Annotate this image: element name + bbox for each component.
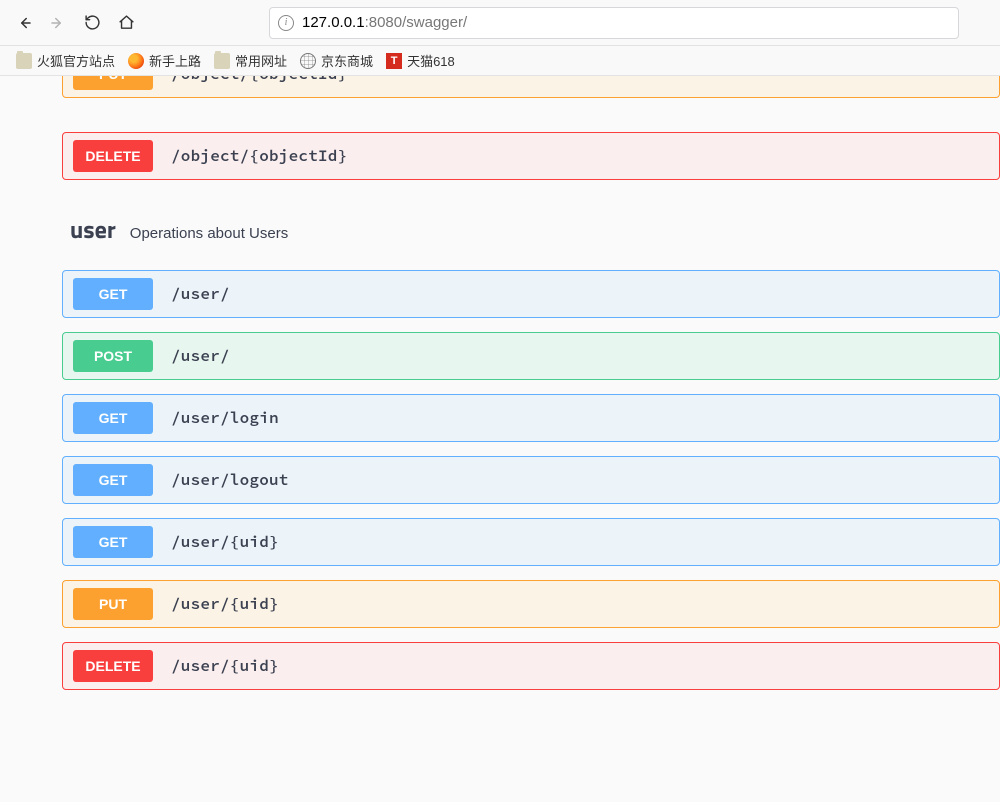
method-badge-post: POST bbox=[73, 340, 153, 372]
url-text: 127.0.0.1:8080/swagger/ bbox=[302, 14, 467, 31]
arrow-left-icon bbox=[15, 14, 33, 32]
bookmark-label: 常用网址 bbox=[235, 51, 287, 70]
op-path: /user/{uid} bbox=[171, 594, 279, 614]
page-content: PUT /object/{objectId} DELETE /object/{o… bbox=[0, 76, 1000, 802]
method-badge-get: GET bbox=[73, 278, 153, 310]
url-bar[interactable]: i 127.0.0.1:8080/swagger/ bbox=[269, 7, 959, 39]
bookmark-getting-started[interactable]: 新手上路 bbox=[124, 49, 205, 72]
method-badge-get: GET bbox=[73, 464, 153, 496]
opblock-get-user-list[interactable]: GET /user/ bbox=[62, 270, 1000, 318]
op-path: /user/{uid} bbox=[171, 532, 279, 552]
bookmark-label: 火狐官方站点 bbox=[37, 51, 115, 70]
tag-description: Operations about Users bbox=[130, 225, 288, 242]
op-path: /user/ bbox=[171, 346, 230, 366]
opblock-delete-object[interactable]: DELETE /object/{objectId} bbox=[62, 132, 1000, 180]
folder-icon bbox=[16, 53, 32, 69]
opblock-get-user-uid[interactable]: GET /user/{uid} bbox=[62, 518, 1000, 566]
bookmark-firefox-official[interactable]: 火狐官方站点 bbox=[12, 49, 119, 72]
op-path: /object/{objectId} bbox=[171, 146, 347, 166]
globe-icon bbox=[300, 53, 316, 69]
bookmark-tmall[interactable]: T 天猫618 bbox=[382, 49, 459, 72]
bookmark-label: 天猫618 bbox=[407, 51, 455, 70]
bookmarks-bar: 火狐官方站点 新手上路 常用网址 京东商城 T 天猫618 bbox=[0, 46, 1000, 76]
method-badge-get: GET bbox=[73, 526, 153, 558]
opblock-get-user-login[interactable]: GET /user/login bbox=[62, 394, 1000, 442]
op-path: /user/ bbox=[171, 284, 230, 304]
tag-name: user bbox=[70, 212, 116, 248]
reload-button[interactable] bbox=[76, 7, 108, 39]
folder-icon bbox=[214, 53, 230, 69]
bookmark-label: 京东商城 bbox=[321, 51, 373, 70]
bookmark-jd[interactable]: 京东商城 bbox=[296, 49, 377, 72]
method-badge-delete: DELETE bbox=[73, 140, 153, 172]
url-host: 127.0.0.1 bbox=[302, 14, 365, 31]
method-badge-delete: DELETE bbox=[73, 650, 153, 682]
bookmark-label: 新手上路 bbox=[149, 51, 201, 70]
opblock-delete-user-uid[interactable]: DELETE /user/{uid} bbox=[62, 642, 1000, 690]
back-button[interactable] bbox=[8, 7, 40, 39]
bookmark-common-sites[interactable]: 常用网址 bbox=[210, 49, 291, 72]
opblock-get-user-logout[interactable]: GET /user/logout bbox=[62, 456, 1000, 504]
browser-toolbar: i 127.0.0.1:8080/swagger/ bbox=[0, 0, 1000, 46]
home-button[interactable] bbox=[110, 7, 142, 39]
url-path: /swagger/ bbox=[402, 14, 467, 31]
op-path: /user/logout bbox=[171, 470, 289, 490]
opblock-post-user[interactable]: POST /user/ bbox=[62, 332, 1000, 380]
tmall-icon: T bbox=[386, 53, 402, 69]
op-path: /user/login bbox=[171, 408, 279, 428]
url-port: :8080 bbox=[365, 14, 403, 31]
home-icon bbox=[118, 14, 135, 31]
method-badge-put: PUT bbox=[73, 76, 153, 90]
info-icon[interactable]: i bbox=[278, 15, 294, 31]
arrow-right-icon bbox=[49, 14, 67, 32]
method-badge-put: PUT bbox=[73, 588, 153, 620]
firefox-icon bbox=[128, 53, 144, 69]
op-path: /user/{uid} bbox=[171, 656, 279, 676]
op-path: /object/{objectId} bbox=[171, 76, 347, 84]
reload-icon bbox=[84, 14, 101, 31]
method-badge-get: GET bbox=[73, 402, 153, 434]
forward-button[interactable] bbox=[42, 7, 74, 39]
opblock-put-object[interactable]: PUT /object/{objectId} bbox=[62, 76, 1000, 98]
tag-section-user[interactable]: user Operations about Users bbox=[70, 212, 1000, 248]
opblock-put-user-uid[interactable]: PUT /user/{uid} bbox=[62, 580, 1000, 628]
